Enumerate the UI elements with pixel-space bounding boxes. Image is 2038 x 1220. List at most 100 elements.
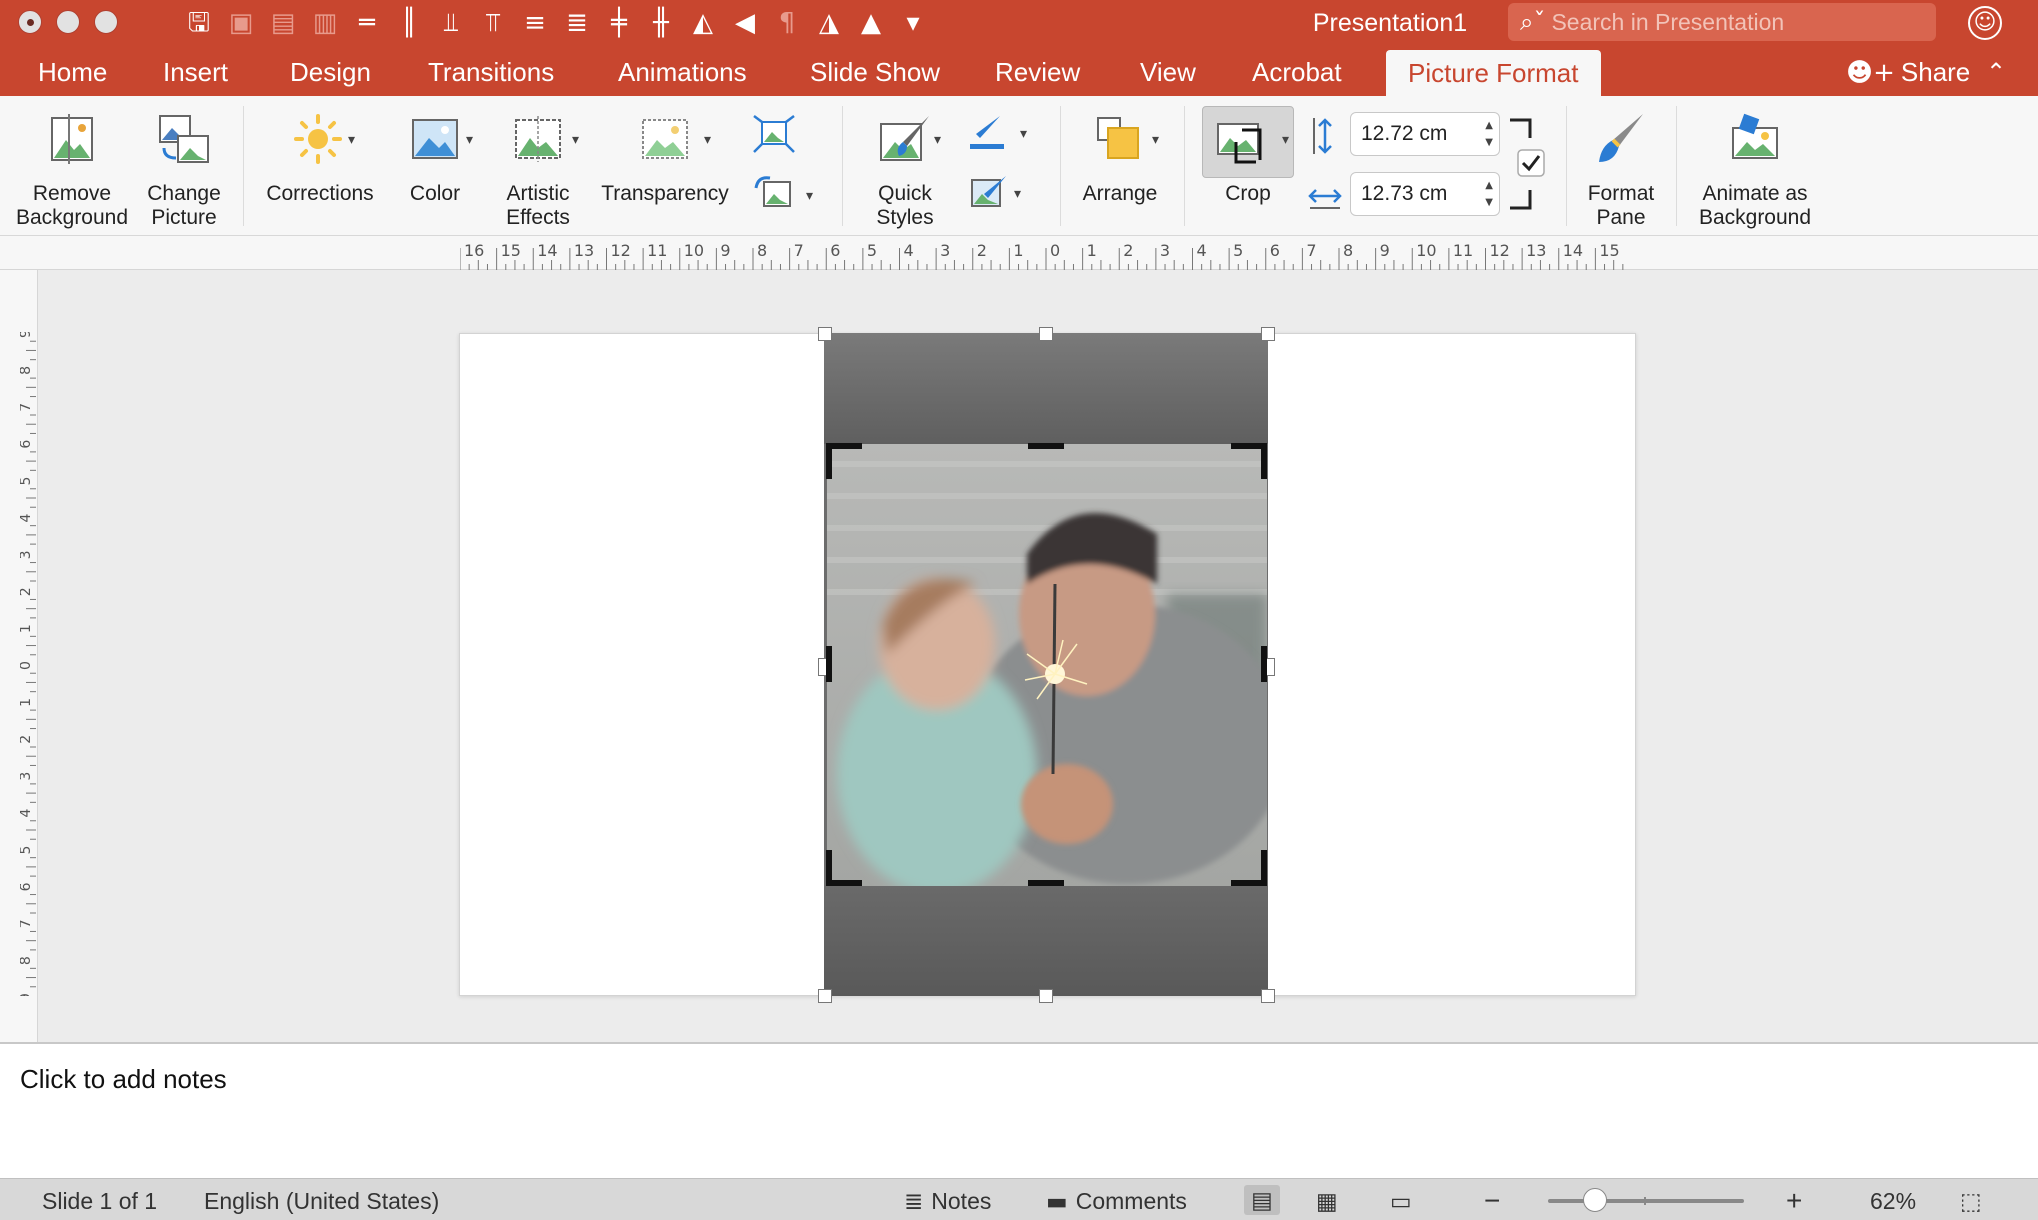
height-stepper[interactable]: ▲ ▼ bbox=[1485, 117, 1493, 151]
reset-picture-icon[interactable] bbox=[752, 172, 796, 212]
crop-handle-top[interactable] bbox=[1028, 443, 1064, 449]
picture-border-icon[interactable] bbox=[966, 112, 1010, 152]
ruler-number: 16 bbox=[464, 244, 484, 260]
zoom-slider-track[interactable] bbox=[1548, 1199, 1744, 1203]
tab-review[interactable]: Review bbox=[995, 46, 1080, 96]
picture-border-dropdown-icon[interactable]: ▾ bbox=[1020, 126, 1027, 142]
zoom-window-button[interactable] bbox=[94, 10, 118, 34]
notes-pane[interactable]: Click to add notes bbox=[0, 1042, 2038, 1178]
regroup-icon[interactable]: ▥ bbox=[304, 4, 346, 42]
zoom-in-button[interactable]: + bbox=[1786, 1179, 1802, 1220]
distribute-horizontally-icon[interactable]: ╪ bbox=[598, 4, 640, 42]
distribute-vertically-icon[interactable]: ╫ bbox=[640, 4, 682, 42]
resize-handle-bottom[interactable] bbox=[1039, 989, 1053, 1003]
change-picture-label-1: Change bbox=[147, 182, 221, 205]
feedback-smiley-icon[interactable]: ☺ bbox=[1968, 6, 2002, 40]
tab-view[interactable]: View bbox=[1140, 46, 1196, 96]
vertical-ruler[interactable]: 9 8 7 6 5 4 3 2 1 0 1 2 3 4 5 6 7 8 9 bbox=[0, 270, 38, 1042]
language-indicator[interactable]: English (United States) bbox=[204, 1179, 439, 1220]
horizontal-ruler[interactable]: 16 15 14 13 12 11 10 9 8 7 6 5 4 3 2 1 0 1 2 3 4 5 6 7 8 9 10 11 12 1… bbox=[0, 236, 2038, 270]
align-center-icon[interactable]: ═ bbox=[346, 4, 388, 42]
tab-picture-format[interactable]: Picture Format bbox=[1386, 50, 1601, 96]
align-bottom-icon[interactable]: ⫫ bbox=[430, 4, 472, 42]
height-input[interactable]: 12.72 cm ▲ ▼ bbox=[1350, 112, 1500, 156]
align-left-icon[interactable]: ≡ bbox=[514, 4, 556, 42]
change-picture-button[interactable]: Change Picture bbox=[136, 96, 232, 236]
arrange-button[interactable]: ▾ Arrange bbox=[1070, 96, 1170, 236]
remove-background-label-2: Background bbox=[15, 206, 129, 229]
tab-acrobat[interactable]: Acrobat bbox=[1252, 46, 1342, 96]
save-icon[interactable]: 🖫 bbox=[178, 4, 220, 42]
artistic-effects-button[interactable]: ▾ Artistic Effects bbox=[486, 96, 590, 236]
ruler-number: 12 bbox=[611, 244, 631, 260]
zoom-slider-thumb[interactable] bbox=[1583, 1188, 1608, 1212]
picture-effects-icon[interactable] bbox=[966, 172, 1010, 212]
width-stepper[interactable]: ▲ ▼ bbox=[1485, 177, 1493, 211]
tab-animations[interactable]: Animations bbox=[618, 46, 747, 96]
flip-horizontal-icon[interactable]: ◭ bbox=[682, 4, 724, 42]
animate-as-background-label-2: Background bbox=[1698, 206, 1812, 229]
search-input[interactable]: ⌕ˇ Search in Presentation bbox=[1508, 3, 1936, 41]
zoom-out-button[interactable]: − bbox=[1484, 1179, 1500, 1220]
search-icon: ⌕ˇ bbox=[1520, 8, 1546, 36]
tab-design[interactable]: Design bbox=[290, 46, 371, 96]
align-top-icon[interactable]: ⫪ bbox=[472, 4, 514, 42]
crop-handle-left[interactable] bbox=[826, 646, 832, 682]
tab-slide-show[interactable]: Slide Show bbox=[810, 46, 940, 96]
collapse-ribbon-icon[interactable]: ⌃ bbox=[1986, 46, 2006, 96]
ungroup-icon[interactable]: ▤ bbox=[262, 4, 304, 42]
picture-effects-dropdown-icon[interactable]: ▾ bbox=[1014, 186, 1021, 202]
customize-toolbar-icon[interactable]: ▾ bbox=[892, 4, 934, 42]
crop-handle-bottom[interactable] bbox=[1028, 880, 1064, 886]
comments-toggle-button[interactable]: ▬ Comments bbox=[1046, 1179, 1187, 1220]
animate-as-background-button[interactable]: Animate as Background bbox=[1690, 96, 1820, 236]
ribbon-separator bbox=[243, 106, 244, 226]
resize-handle-top[interactable] bbox=[1039, 327, 1053, 341]
close-window-button[interactable] bbox=[18, 10, 42, 34]
quick-styles-icon bbox=[880, 116, 929, 161]
rotate-right-icon[interactable]: ▲ bbox=[850, 4, 892, 42]
resize-handle-bottom-left[interactable] bbox=[818, 989, 832, 1003]
resize-handle-top-right[interactable] bbox=[1261, 327, 1275, 341]
crop-button[interactable]: ▾ Crop bbox=[1200, 96, 1296, 236]
compress-pictures-icon[interactable] bbox=[752, 114, 796, 154]
slide-counter: Slide 1 of 1 bbox=[42, 1188, 158, 1214]
tab-home[interactable]: Home bbox=[38, 46, 107, 96]
zoom-percentage[interactable]: 62% bbox=[1870, 1179, 1916, 1220]
selected-picture[interactable] bbox=[827, 444, 1267, 886]
format-pane-button[interactable]: Format Pane bbox=[1574, 96, 1668, 236]
ruler-number: 2 bbox=[977, 244, 987, 260]
lock-aspect-ratio-checkbox[interactable] bbox=[1516, 148, 1546, 178]
fit-slide-button[interactable]: ⬚ bbox=[1960, 1179, 1990, 1220]
cropped-top-region bbox=[824, 333, 1268, 444]
share-button[interactable]: ☻+ Share bbox=[1846, 46, 1970, 96]
group-icon[interactable]: ▣ bbox=[220, 4, 262, 42]
tab-insert[interactable]: Insert bbox=[163, 46, 228, 96]
ruler-number: 8 bbox=[20, 366, 34, 375]
width-input[interactable]: 12.73 cm ▲ ▼ bbox=[1350, 172, 1500, 216]
align-middle-icon[interactable]: ║ bbox=[388, 4, 430, 42]
remove-background-button[interactable]: Remove Background bbox=[6, 96, 138, 236]
normal-view-button[interactable]: ▤ bbox=[1244, 1185, 1280, 1215]
flip-vertical-icon[interactable]: ◮ bbox=[808, 4, 850, 42]
transparency-button[interactable]: ▾ Transparency bbox=[594, 96, 736, 236]
tab-transitions[interactable]: Transitions bbox=[428, 46, 554, 96]
corrections-button[interactable]: ▾ Corrections bbox=[256, 96, 384, 236]
crop-handle-right[interactable] bbox=[1261, 646, 1267, 682]
zoom-slider-center-tick bbox=[1644, 1197, 1646, 1205]
resize-handle-top-left[interactable] bbox=[818, 327, 832, 341]
minimize-window-button[interactable] bbox=[56, 10, 80, 34]
resize-handle-bottom-right[interactable] bbox=[1261, 989, 1275, 1003]
color-button[interactable]: ▾ Color bbox=[384, 96, 486, 236]
slide-show-view-button[interactable]: ▭ bbox=[1390, 1179, 1420, 1220]
rotate-left-icon[interactable]: ◀ bbox=[724, 4, 766, 42]
slide-sorter-view-button[interactable]: ▦ bbox=[1316, 1179, 1346, 1220]
paragraph-direction-icon[interactable]: ¶ bbox=[766, 4, 808, 42]
quick-styles-button[interactable]: ▾ Quick Styles bbox=[852, 96, 958, 236]
align-right-icon[interactable]: ≣ bbox=[556, 4, 598, 42]
reset-picture-dropdown-icon[interactable]: ▾ bbox=[806, 188, 813, 204]
notes-toggle-button[interactable]: ≣ Notes bbox=[904, 1179, 991, 1220]
ruler-number: 9 bbox=[720, 244, 730, 260]
ruler-number: 4 bbox=[20, 809, 34, 818]
ruler-number: 5 bbox=[867, 244, 877, 260]
